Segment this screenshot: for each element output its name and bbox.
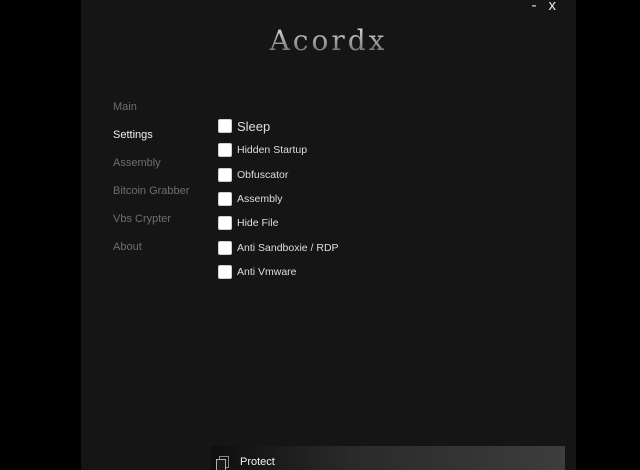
obfuscator-checkbox[interactable] xyxy=(218,167,232,182)
hidden-startup-checkbox[interactable] xyxy=(218,143,232,158)
window-controls: - x xyxy=(532,0,557,15)
minimize-button[interactable]: - xyxy=(532,0,537,15)
obfuscator-label: Obfuscator xyxy=(237,168,289,181)
app-window: - x Acordx Main Settings Assembly Bitcoi… xyxy=(81,0,576,470)
option-hidden-startup[interactable]: Hidden Startup xyxy=(218,138,339,162)
anti-sandboxie-label: Anti Sandboxie / RDP xyxy=(237,241,339,254)
option-hide-file[interactable]: Hide File xyxy=(218,211,339,235)
protect-label: Protect xyxy=(240,456,275,468)
sidebar-item-main[interactable]: Main xyxy=(113,100,213,128)
anti-vmware-checkbox[interactable] xyxy=(218,264,232,279)
sleep-checkbox[interactable] xyxy=(218,119,232,134)
anti-vmware-label: Anti Vmware xyxy=(237,265,297,278)
assembly-checkbox[interactable] xyxy=(218,192,232,207)
assembly-label: Assembly xyxy=(237,193,283,206)
hide-file-label: Hide File xyxy=(237,217,279,230)
sidebar-item-assembly[interactable]: Assembly xyxy=(113,156,213,184)
hide-file-checkbox[interactable] xyxy=(218,216,232,231)
protect-button[interactable]: Protect xyxy=(211,446,565,470)
settings-options: Sleep Hidden Startup Obfuscator Assembly… xyxy=(218,114,339,284)
sidebar-item-settings[interactable]: Settings xyxy=(113,128,213,156)
option-anti-vmware[interactable]: Anti Vmware xyxy=(218,260,339,284)
close-button[interactable]: x xyxy=(549,0,557,15)
sidebar-item-about[interactable]: About xyxy=(113,240,213,268)
copy-icon xyxy=(216,455,229,470)
sidebar-nav: Main Settings Assembly Bitcoin Grabber V… xyxy=(113,100,213,268)
option-sleep[interactable]: Sleep xyxy=(218,114,339,138)
option-anti-sandboxie[interactable]: Anti Sandboxie / RDP xyxy=(218,235,339,259)
sleep-label: Sleep xyxy=(237,118,271,134)
app-logo: Acordx xyxy=(81,24,576,57)
anti-sandboxie-checkbox[interactable] xyxy=(218,240,232,255)
hidden-startup-label: Hidden Startup xyxy=(237,144,308,157)
option-obfuscator[interactable]: Obfuscator xyxy=(218,163,339,187)
sidebar-item-bitcoin-grabber[interactable]: Bitcoin Grabber xyxy=(113,184,213,212)
sidebar-item-vbs-crypter[interactable]: Vbs Crypter xyxy=(113,212,213,240)
option-assembly[interactable]: Assembly xyxy=(218,187,339,211)
